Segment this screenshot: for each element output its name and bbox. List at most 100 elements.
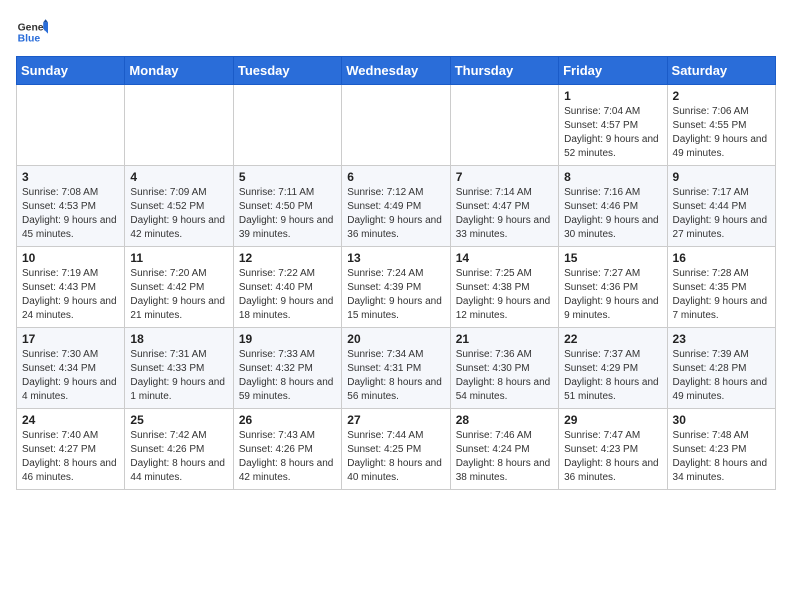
weekday-header-tuesday: Tuesday (233, 57, 341, 85)
calendar-cell: 7 Sunrise: 7:14 AM Sunset: 4:47 PM Daylig… (450, 166, 558, 247)
day-info: Sunrise: 7:14 AM Sunset: 4:47 PM Dayligh… (456, 186, 553, 242)
day-info: Sunrise: 7:46 AM Sunset: 4:24 PM Dayligh… (456, 429, 553, 485)
day-info: Sunrise: 7:08 AM Sunset: 4:53 PM Dayligh… (22, 186, 119, 242)
day-number: 24 (22, 413, 119, 427)
calendar-cell: 14Sunrise: 7:25 AM Sunset: 4:38 PM Dayli… (450, 247, 558, 328)
day-number: 7 (456, 170, 553, 184)
calendar-cell: 24 Sunrise: 7:40 AM Sunset: 4:27 PM Dayli… (17, 409, 125, 490)
calendar-cell (17, 85, 125, 166)
calendar-cell (125, 85, 233, 166)
day-info: Sunrise: 7:20 AM Sunset: 4:42 PM Dayligh… (130, 267, 227, 323)
calendar-cell: 22 Sunrise: 7:37 AM Sunset: 4:29 PM Dayli… (559, 328, 667, 409)
header: General Blue (16, 16, 776, 48)
calendar-cell: 19Sunrise: 7:33 AM Sunset: 4:32 PM Dayli… (233, 328, 341, 409)
day-number: 23 (673, 332, 770, 346)
day-number: 25 (130, 413, 227, 427)
calendar-cell: 10 Sunrise: 7:19 AM Sunset: 4:43 PM Dayli… (17, 247, 125, 328)
weekday-header-saturday: Saturday (667, 57, 775, 85)
day-number: 12 (239, 251, 336, 265)
calendar-cell: 1 Sunrise: 7:04 AM Sunset: 4:57 PM Daylig… (559, 85, 667, 166)
weekday-header-monday: Monday (125, 57, 233, 85)
weekday-header-row: SundayMondayTuesdayWednesdayThursdayFrid… (17, 57, 776, 85)
day-number: 9 (673, 170, 770, 184)
day-info: Sunrise: 7:04 AM Sunset: 4:57 PM Dayligh… (564, 105, 661, 161)
logo-icon: General Blue (16, 16, 48, 48)
day-info: Sunrise: 7:43 AM Sunset: 4:26 PM Dayligh… (239, 429, 336, 485)
week-row-5: 24 Sunrise: 7:40 AM Sunset: 4:27 PM Dayli… (17, 409, 776, 490)
calendar-cell: 13 Sunrise: 7:24 AM Sunset: 4:39 PM Dayli… (342, 247, 450, 328)
day-info: Sunrise: 7:44 AM Sunset: 4:25 PM Dayligh… (347, 429, 444, 485)
day-info: Sunrise: 7:30 AM Sunset: 4:34 PM Dayligh… (22, 348, 119, 404)
calendar-cell: 15 Sunrise: 7:27 AM Sunset: 4:36 PM Dayli… (559, 247, 667, 328)
day-info: Sunrise: 7:16 AM Sunset: 4:46 PM Dayligh… (564, 186, 661, 242)
calendar-table: SundayMondayTuesdayWednesdayThursdayFrid… (16, 56, 776, 490)
calendar-cell: 16 Sunrise: 7:28 AM Sunset: 4:35 PM Dayli… (667, 247, 775, 328)
day-info: Sunrise: 7:09 AM Sunset: 4:52 PM Dayligh… (130, 186, 227, 242)
day-number: 13 (347, 251, 444, 265)
day-info: Sunrise: 7:12 AM Sunset: 4:49 PM Dayligh… (347, 186, 444, 242)
week-row-3: 10 Sunrise: 7:19 AM Sunset: 4:43 PM Dayli… (17, 247, 776, 328)
day-info: Sunrise: 7:19 AM Sunset: 4:43 PM Dayligh… (22, 267, 119, 323)
weekday-header-sunday: Sunday (17, 57, 125, 85)
day-info: Sunrise: 7:39 AM Sunset: 4:28 PM Dayligh… (673, 348, 770, 404)
calendar-cell: 12Sunrise: 7:22 AM Sunset: 4:40 PM Dayli… (233, 247, 341, 328)
day-info: Sunrise: 7:17 AM Sunset: 4:44 PM Dayligh… (673, 186, 770, 242)
day-info: Sunrise: 7:36 AM Sunset: 4:30 PM Dayligh… (456, 348, 553, 404)
svg-text:Blue: Blue (18, 34, 41, 45)
day-number: 4 (130, 170, 227, 184)
weekday-header-thursday: Thursday (450, 57, 558, 85)
calendar-cell (450, 85, 558, 166)
day-info: Sunrise: 7:24 AM Sunset: 4:39 PM Dayligh… (347, 267, 444, 323)
day-number: 6 (347, 170, 444, 184)
calendar-cell: 5 Sunrise: 7:11 AM Sunset: 4:50 PM Daylig… (233, 166, 341, 247)
calendar-cell (342, 85, 450, 166)
calendar-cell: 25 Sunrise: 7:42 AM Sunset: 4:26 PM Dayli… (125, 409, 233, 490)
day-number: 10 (22, 251, 119, 265)
calendar-cell: 28 Sunrise: 7:46 AM Sunset: 4:24 PM Dayli… (450, 409, 558, 490)
calendar-cell: 29Sunrise: 7:47 AM Sunset: 4:23 PM Dayli… (559, 409, 667, 490)
calendar-cell: 30 Sunrise: 7:48 AM Sunset: 4:23 PM Dayli… (667, 409, 775, 490)
day-info: Sunrise: 7:28 AM Sunset: 4:35 PM Dayligh… (673, 267, 770, 323)
day-number: 28 (456, 413, 553, 427)
weekday-header-wednesday: Wednesday (342, 57, 450, 85)
week-row-1: 1 Sunrise: 7:04 AM Sunset: 4:57 PM Daylig… (17, 85, 776, 166)
day-info: Sunrise: 7:48 AM Sunset: 4:23 PM Dayligh… (673, 429, 770, 485)
day-info: Sunrise: 7:42 AM Sunset: 4:26 PM Dayligh… (130, 429, 227, 485)
calendar-cell (233, 85, 341, 166)
calendar-cell: 8Sunrise: 7:16 AM Sunset: 4:46 PM Daylig… (559, 166, 667, 247)
calendar-cell: 27Sunrise: 7:44 AM Sunset: 4:25 PM Dayli… (342, 409, 450, 490)
day-number: 15 (564, 251, 661, 265)
calendar-cell: 11Sunrise: 7:20 AM Sunset: 4:42 PM Dayli… (125, 247, 233, 328)
day-number: 29 (564, 413, 661, 427)
weekday-header-friday: Friday (559, 57, 667, 85)
calendar-cell: 17 Sunrise: 7:30 AM Sunset: 4:34 PM Dayli… (17, 328, 125, 409)
day-number: 14 (456, 251, 553, 265)
calendar-cell: 2Sunrise: 7:06 AM Sunset: 4:55 PM Daylig… (667, 85, 775, 166)
day-number: 1 (564, 89, 661, 103)
calendar-cell: 6 Sunrise: 7:12 AM Sunset: 4:49 PM Daylig… (342, 166, 450, 247)
calendar-cell: 23 Sunrise: 7:39 AM Sunset: 4:28 PM Dayli… (667, 328, 775, 409)
day-number: 18 (130, 332, 227, 346)
day-number: 22 (564, 332, 661, 346)
day-number: 26 (239, 413, 336, 427)
day-number: 30 (673, 413, 770, 427)
week-row-4: 17 Sunrise: 7:30 AM Sunset: 4:34 PM Dayli… (17, 328, 776, 409)
day-info: Sunrise: 7:27 AM Sunset: 4:36 PM Dayligh… (564, 267, 661, 323)
calendar-cell: 3Sunrise: 7:08 AM Sunset: 4:53 PM Daylig… (17, 166, 125, 247)
calendar-cell: 26 Sunrise: 7:43 AM Sunset: 4:26 PM Dayli… (233, 409, 341, 490)
calendar-cell: 4 Sunrise: 7:09 AM Sunset: 4:52 PM Daylig… (125, 166, 233, 247)
day-info: Sunrise: 7:40 AM Sunset: 4:27 PM Dayligh… (22, 429, 119, 485)
calendar-cell: 21Sunrise: 7:36 AM Sunset: 4:30 PM Dayli… (450, 328, 558, 409)
logo: General Blue (16, 16, 48, 48)
day-number: 16 (673, 251, 770, 265)
week-row-2: 3Sunrise: 7:08 AM Sunset: 4:53 PM Daylig… (17, 166, 776, 247)
day-number: 20 (347, 332, 444, 346)
day-info: Sunrise: 7:33 AM Sunset: 4:32 PM Dayligh… (239, 348, 336, 404)
day-info: Sunrise: 7:06 AM Sunset: 4:55 PM Dayligh… (673, 105, 770, 161)
day-number: 17 (22, 332, 119, 346)
day-info: Sunrise: 7:11 AM Sunset: 4:50 PM Dayligh… (239, 186, 336, 242)
day-info: Sunrise: 7:37 AM Sunset: 4:29 PM Dayligh… (564, 348, 661, 404)
calendar-cell: 20Sunrise: 7:34 AM Sunset: 4:31 PM Dayli… (342, 328, 450, 409)
calendar-cell: 9 Sunrise: 7:17 AM Sunset: 4:44 PM Daylig… (667, 166, 775, 247)
day-number: 5 (239, 170, 336, 184)
